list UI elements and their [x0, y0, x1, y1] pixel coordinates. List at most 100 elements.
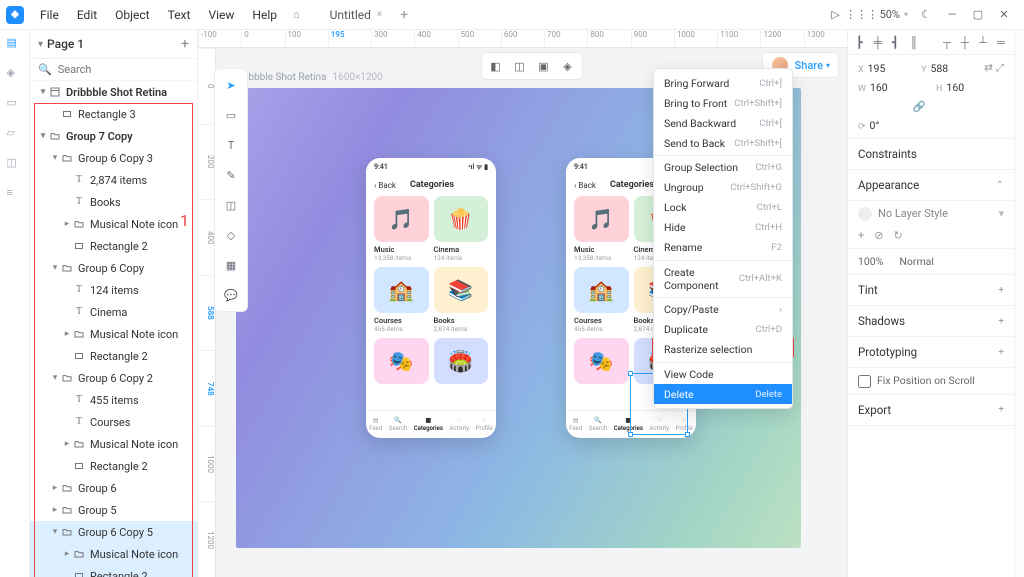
layer-row[interactable]: ▾Group 6 Copy 3 — [30, 147, 197, 169]
constraints-section[interactable]: Constraints — [848, 139, 1014, 170]
select-tool[interactable]: ➤ — [221, 75, 241, 95]
pen-tool[interactable]: ✎ — [221, 165, 241, 185]
layer-row[interactable]: T124 items — [30, 279, 197, 301]
images-rail-icon[interactable]: ▱ — [7, 126, 23, 142]
opacity-value[interactable]: 100% — [858, 255, 883, 268]
app-logo[interactable]: ◆ — [6, 6, 24, 24]
layer-row[interactable]: ▾Group 7 Copy — [30, 125, 197, 147]
layer-row[interactable]: Rectangle 3 — [30, 103, 197, 125]
align-hcenter-icon[interactable]: ╪ — [874, 36, 883, 48]
comment-tool[interactable]: 💬 — [221, 285, 241, 305]
layer-row[interactable]: ▸Musical Note icon — [30, 213, 197, 235]
layer-row[interactable]: ▸Group 5 — [30, 499, 197, 521]
layer-row[interactable]: ▸Musical Note icon — [30, 323, 197, 345]
layer-row[interactable]: TCourses — [30, 411, 197, 433]
more-tool[interactable]: ▦ — [221, 255, 241, 275]
menu-help[interactable]: Help — [244, 4, 285, 26]
layer-row[interactable]: T455 items — [30, 389, 197, 411]
mask-icon[interactable]: ▣ — [533, 56, 555, 76]
ctx-item[interactable]: DuplicateCtrl+D — [654, 320, 792, 340]
layer-row[interactable]: ▾Dribbble Shot Retina — [30, 81, 197, 103]
add-page-button[interactable]: + — [181, 36, 189, 52]
ctx-item[interactable]: RenameF2 — [654, 238, 792, 258]
ctx-item[interactable]: Group SelectionCtrl+G — [654, 155, 792, 178]
text-tool[interactable]: T — [221, 135, 241, 155]
page-selector[interactable]: ▾ Page 1 + — [30, 30, 197, 59]
play-icon[interactable]: ▷ — [828, 7, 844, 23]
shadows-section[interactable]: Shadows+ — [848, 306, 1014, 337]
add-tab-button[interactable]: + — [392, 3, 416, 27]
assets-rail-icon[interactable]: ▭ — [7, 96, 23, 112]
components-rail-icon[interactable]: ◈ — [7, 66, 23, 82]
layer-row[interactable]: ▸Musical Note icon — [30, 543, 197, 565]
layer-row[interactable]: TBooks — [30, 191, 197, 213]
ctx-item[interactable]: Send BackwardCtrl+[ — [654, 113, 792, 133]
layer-row[interactable]: TCinema — [30, 301, 197, 323]
ctx-item[interactable]: LockCtrl+L — [654, 198, 792, 218]
misc-rail-icon[interactable]: ≡ — [7, 186, 23, 202]
menu-edit[interactable]: Edit — [69, 4, 105, 26]
minimize-icon[interactable]: — — [944, 7, 960, 23]
phone-mock-1[interactable]: 9:41•ıl ᯤ ▮ ‹ BackCategories 🎵Music13,35… — [366, 158, 496, 438]
component-tool[interactable]: ◇ — [221, 225, 241, 245]
ctx-item[interactable]: DeleteDelete — [654, 384, 792, 404]
layer-tree[interactable]: 1 ▾Dribbble Shot RetinaRectangle 3▾Group… — [30, 81, 197, 577]
boolean-icon[interactable]: ◧ — [485, 56, 507, 76]
layer-search-input[interactable] — [58, 63, 198, 76]
prop-x[interactable]: 195 — [868, 62, 886, 75]
document-tab[interactable]: Untitled× — [320, 4, 393, 26]
close-tab-icon[interactable]: × — [377, 9, 382, 20]
layer-row[interactable]: ▸Musical Note icon — [30, 433, 197, 455]
add-style-icon[interactable]: + — [858, 229, 864, 242]
ctx-item[interactable]: Bring to FrontCtrl+Shift+] — [654, 93, 792, 113]
ctx-item[interactable]: UngroupCtrl+Shift+G — [654, 178, 792, 198]
appearance-section[interactable]: Appearance⌃ — [848, 170, 1014, 201]
layer-row[interactable]: ▸Group 6 — [30, 477, 197, 499]
ctx-item[interactable]: View Code — [654, 362, 792, 385]
align-vcenter-icon[interactable]: ┼ — [961, 36, 970, 48]
ctx-item[interactable]: Bring ForwardCtrl+] — [654, 73, 792, 93]
layer-row[interactable]: ▾Group 6 Copy 5 — [30, 521, 197, 543]
styles-rail-icon[interactable]: ◫ — [7, 156, 23, 172]
tint-section[interactable]: Tint+ — [848, 275, 1014, 306]
align-right-icon[interactable]: ┫ — [892, 36, 901, 48]
prop-rotation[interactable]: 0° — [870, 119, 880, 132]
zoom-control[interactable]: 50% ▾ — [880, 8, 908, 21]
export-section[interactable]: Export+ — [848, 395, 1014, 426]
distribute-v-icon[interactable]: ═ — [997, 36, 1006, 48]
menu-object[interactable]: Object — [107, 4, 157, 26]
layer-row[interactable]: Rectangle 2 — [30, 455, 197, 477]
lock-ratio-icon[interactable]: 🔗 — [913, 100, 926, 113]
menu-file[interactable]: File — [32, 4, 67, 26]
detach-style-icon[interactable]: ⊘ — [874, 229, 883, 242]
darkmode-icon[interactable]: ☾ — [918, 7, 934, 23]
blend-mode[interactable]: Normal — [899, 255, 934, 268]
layer-row[interactable]: ▾Group 6 Copy — [30, 257, 197, 279]
maximize-icon[interactable]: ▢ — [970, 7, 986, 23]
swap-icon[interactable]: ⇄ — [984, 61, 993, 74]
right-scrollbar[interactable] — [1014, 30, 1024, 577]
layers-rail-icon[interactable]: ▤ — [7, 36, 23, 52]
expand-icon[interactable]: ⤢ — [996, 61, 1004, 74]
group-icon[interactable]: ◫ — [509, 56, 531, 76]
grid-icon[interactable]: ⋮⋮⋮ — [854, 7, 870, 23]
align-left-icon[interactable]: ┣ — [856, 36, 865, 48]
share-button[interactable]: Share ▾ — [795, 59, 830, 72]
artboard-label[interactable]: Dribbble Shot Retina1600×1200 — [236, 72, 383, 83]
layer-row[interactable]: T2,874 items — [30, 169, 197, 191]
frame-tool[interactable]: ▭ — [221, 105, 241, 125]
image-tool[interactable]: ◫ — [221, 195, 241, 215]
layer-row[interactable]: Rectangle 2 — [30, 235, 197, 257]
align-top-icon[interactable]: ┬ — [943, 36, 952, 48]
prop-h[interactable]: 160 — [946, 81, 964, 94]
canvas-area[interactable]: -100010019530040050060070080090010001100… — [198, 30, 847, 577]
component-icon[interactable]: ◈ — [557, 56, 579, 76]
menu-text[interactable]: Text — [160, 4, 199, 26]
ctx-item[interactable]: Copy/Paste› — [654, 297, 792, 320]
layer-row[interactable]: Rectangle 2 — [30, 565, 197, 577]
layer-row[interactable]: ▾Group 6 Copy 2 — [30, 367, 197, 389]
ctx-item[interactable]: Send to BackCtrl+Shift+[ — [654, 133, 792, 153]
home-icon[interactable]: ⌂ — [287, 4, 306, 25]
layerstyle-label[interactable]: No Layer Style — [878, 207, 948, 220]
align-bottom-icon[interactable]: ┴ — [979, 36, 988, 48]
